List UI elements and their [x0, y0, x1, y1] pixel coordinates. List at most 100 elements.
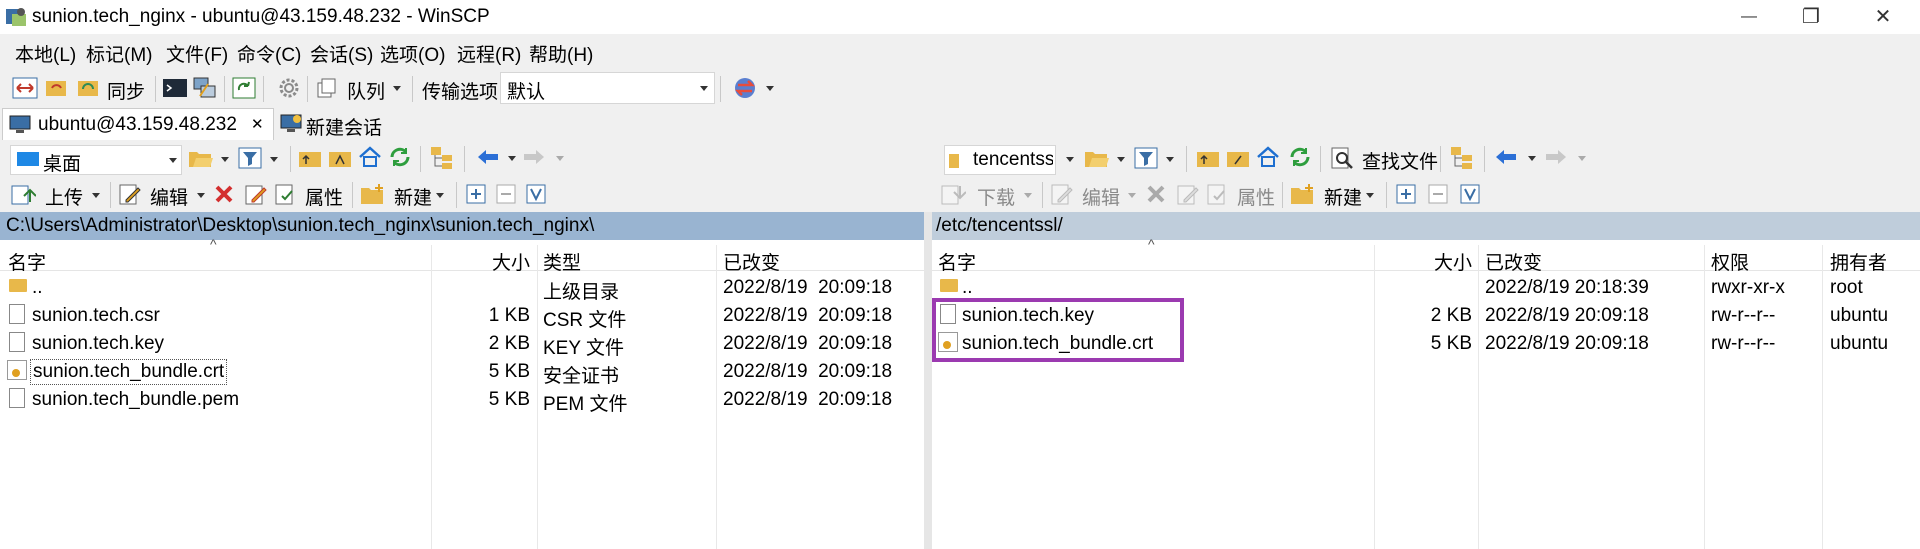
select-filter-icon[interactable]	[1460, 184, 1480, 204]
upload-button[interactable]: 上传	[45, 183, 83, 210]
local-col-name[interactable]: 名字	[8, 248, 46, 275]
local-col-changed[interactable]: 已改变	[723, 248, 780, 275]
transfer-preset-select[interactable]: 默认	[500, 72, 715, 104]
local-file-row[interactable]: sunion.tech_bundle.crt 5 KB 安全证书 2022/8/…	[0, 359, 924, 387]
open-folder-icon[interactable]	[1084, 147, 1110, 169]
synchronize-icon[interactable]	[76, 76, 102, 100]
expand-all-icon[interactable]	[466, 184, 486, 204]
menu-local[interactable]: 本地(L)	[15, 40, 76, 67]
filter-dropdown[interactable]	[1166, 157, 1174, 162]
filter-dropdown[interactable]	[270, 157, 278, 162]
forward-arrow-icon[interactable]	[1544, 149, 1568, 165]
edit-icon[interactable]	[118, 182, 142, 206]
remote-new-button[interactable]: 新建	[1324, 183, 1362, 210]
console-icon[interactable]	[162, 76, 188, 100]
home-icon[interactable]	[358, 146, 382, 168]
find-files-icon[interactable]	[1330, 146, 1354, 170]
back-arrow-icon[interactable]	[1494, 149, 1518, 165]
tab-new-session[interactable]: 新建会话	[276, 108, 384, 140]
collapse-all-icon[interactable]	[496, 184, 516, 204]
queue-dropdown-arrow[interactable]	[393, 86, 401, 91]
transfer-settings-icon[interactable]	[732, 75, 758, 101]
close-window-button[interactable]: ✕	[1854, 0, 1912, 34]
menu-session[interactable]: 会话(S)	[310, 40, 373, 67]
open-folder-dropdown[interactable]	[1117, 157, 1125, 162]
menu-commands[interactable]: 命令(C)	[237, 40, 301, 67]
compare-directories-icon[interactable]	[12, 76, 38, 100]
local-file-row[interactable]: sunion.tech_bundle.pem 5 KB PEM 文件 2022/…	[0, 387, 924, 415]
local-file-row[interactable]: sunion.tech.csr 1 KB CSR 文件 2022/8/19 20…	[0, 303, 924, 331]
sort-ascending-icon[interactable]: ^	[1148, 236, 1155, 252]
tree-view-icon[interactable]	[430, 146, 456, 170]
back-dropdown[interactable]	[508, 156, 516, 161]
remote-edit-button[interactable]: 编辑	[1082, 183, 1120, 210]
edit-dropdown[interactable]	[197, 193, 205, 198]
rename-icon[interactable]	[1176, 182, 1200, 206]
local-col-type[interactable]: 类型	[543, 248, 581, 275]
home-icon[interactable]	[1256, 146, 1280, 168]
menu-mark[interactable]: 标记(M)	[86, 40, 152, 67]
edit-icon[interactable]	[1050, 182, 1074, 206]
remote-file-row[interactable]: .. 2022/8/19 20:18:39 rwxr-xr-x root	[932, 275, 1920, 298]
synchronize-button[interactable]: 同步	[107, 77, 145, 104]
remote-col-owner[interactable]: 拥有者	[1830, 248, 1887, 275]
tree-view-icon[interactable]	[1450, 146, 1476, 170]
forward-dropdown[interactable]	[1578, 156, 1586, 161]
local-file-row[interactable]: sunion.tech.key 2 KB KEY 文件 2022/8/19 20…	[0, 331, 924, 359]
refresh-icon[interactable]	[388, 146, 412, 168]
new-folder-icon[interactable]	[1290, 182, 1316, 206]
remote-location-select[interactable]: tencentssl	[944, 145, 1056, 175]
menu-files[interactable]: 文件(F)	[166, 40, 228, 67]
refresh-icon[interactable]	[1288, 146, 1312, 168]
new-dropdown[interactable]	[1366, 193, 1374, 198]
transfer-settings-dropdown[interactable]	[766, 86, 774, 91]
remote-col-rights[interactable]: 权限	[1711, 248, 1749, 275]
restore-button[interactable]: ❐	[1782, 0, 1840, 34]
parent-directory-icon[interactable]	[298, 148, 322, 168]
putty-icon[interactable]	[192, 76, 218, 100]
root-directory-icon[interactable]	[1226, 148, 1250, 168]
forward-dropdown[interactable]	[556, 156, 564, 161]
panel-splitter[interactable]	[924, 212, 932, 549]
remote-col-changed[interactable]: 已改变	[1485, 248, 1542, 275]
expand-all-icon[interactable]	[1396, 184, 1416, 204]
local-file-row[interactable]: .. 上级目录 2022/8/19 20:09:18	[0, 275, 924, 303]
properties-icon[interactable]	[1206, 182, 1230, 206]
back-arrow-icon[interactable]	[476, 149, 500, 165]
sort-ascending-icon[interactable]: ^	[210, 236, 217, 252]
delete-icon[interactable]	[1146, 184, 1166, 204]
upload-dropdown[interactable]	[92, 193, 100, 198]
upload-icon[interactable]	[10, 182, 36, 206]
menu-remote[interactable]: 远程(R)	[457, 40, 521, 67]
rename-icon[interactable]	[244, 182, 268, 206]
queue-button[interactable]: 队列	[347, 77, 385, 104]
edit-dropdown[interactable]	[1128, 193, 1136, 198]
menu-options[interactable]: 选项(O)	[380, 40, 445, 67]
remote-properties-button[interactable]: 属性	[1237, 183, 1275, 210]
local-col-size[interactable]: 大小	[470, 248, 530, 275]
gear-icon[interactable]	[277, 76, 301, 100]
find-files-button[interactable]: 查找文件	[1362, 147, 1438, 174]
remote-col-name[interactable]: 名字	[938, 248, 976, 275]
select-filter-icon[interactable]	[526, 184, 546, 204]
properties-icon[interactable]	[274, 182, 298, 206]
tab-session-ubuntu[interactable]: ubuntu@43.159.48.232 ✕	[2, 108, 274, 141]
menu-help[interactable]: 帮助(H)	[529, 40, 593, 67]
filter-icon[interactable]	[1134, 147, 1158, 169]
forward-arrow-icon[interactable]	[522, 149, 546, 165]
synchronize-browsing-icon[interactable]	[44, 76, 70, 100]
delete-icon[interactable]	[214, 184, 234, 204]
remote-col-size[interactable]: 大小	[1412, 248, 1472, 275]
local-new-button[interactable]: 新建	[394, 183, 432, 210]
collapse-all-icon[interactable]	[1428, 184, 1448, 204]
new-folder-icon[interactable]	[360, 182, 386, 206]
back-dropdown[interactable]	[1528, 156, 1536, 161]
chevron-down-icon[interactable]	[1066, 157, 1074, 162]
open-folder-dropdown[interactable]	[221, 157, 229, 162]
refresh-session-icon[interactable]	[231, 76, 257, 100]
download-button[interactable]: 下载	[977, 183, 1015, 210]
parent-directory-icon[interactable]	[1196, 148, 1220, 168]
local-properties-button[interactable]: 属性	[305, 183, 343, 210]
download-icon[interactable]	[940, 182, 966, 206]
filter-icon[interactable]	[238, 147, 262, 169]
